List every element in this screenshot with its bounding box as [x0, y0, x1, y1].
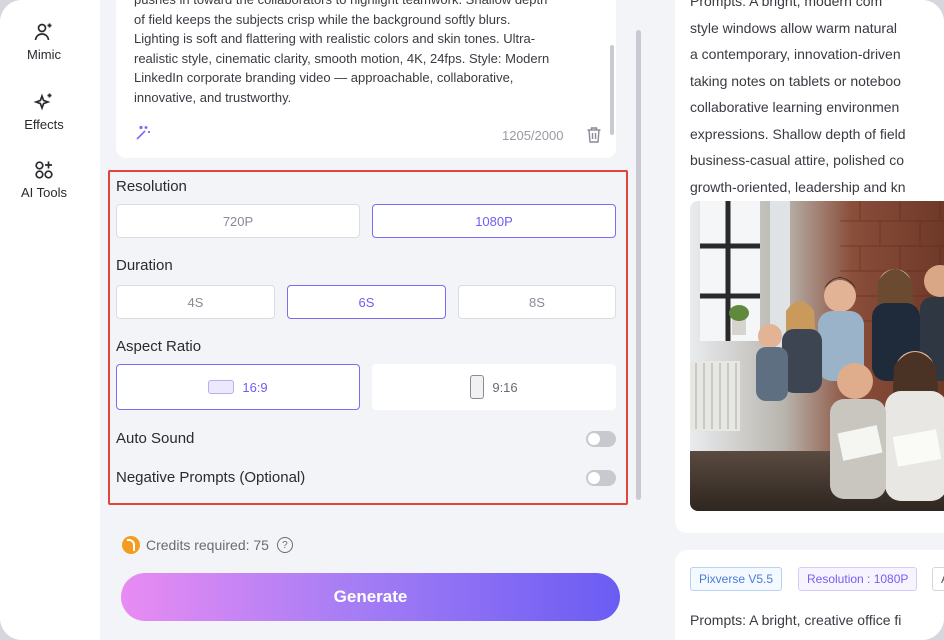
auto-sound-label: Auto Sound [116, 430, 195, 447]
preview-image[interactable] [690, 201, 944, 511]
grid-sparkle-icon [35, 161, 53, 179]
prompt-line: Lighting is soft and flattering with rea… [134, 31, 536, 46]
rail-item-label: AI Tools [20, 185, 67, 200]
preview-line: Prompts: A bright, modern com [690, 0, 883, 9]
resolution-tag: Resolution : 1080P [798, 567, 918, 591]
preview-prompt-text: Prompts: A bright, modern com style wind… [690, 0, 944, 200]
char-counter: 1205/2000 [502, 128, 564, 143]
coin-icon [122, 536, 140, 554]
preview-card: Prompts: A bright, modern com style wind… [675, 0, 944, 533]
prompt-textarea[interactable]: pushes in toward the collaborators to hi… [134, 0, 604, 107]
extra-tag: A [932, 567, 944, 591]
sparkles-icon [33, 93, 52, 111]
aspect-16-9-option[interactable]: 16:9 [116, 364, 360, 410]
prompt-line: of field keeps the subjects crisp while … [134, 11, 511, 27]
duration-title: Duration [116, 257, 173, 274]
preview-info-card: Pixverse V5.5 Resolution : 1080P A Promp… [675, 550, 944, 640]
prompt-card: pushes in toward the collaborators to hi… [116, 0, 616, 158]
preview-line: collaborative learning environmen [690, 99, 900, 115]
landscape-shape-icon [208, 380, 235, 394]
preview-line: taking notes on tablets or noteboo [690, 72, 901, 89]
generate-button[interactable]: Generate [121, 573, 620, 621]
settings-panel: Resolution 720P 1080P Duration 4S 6S 8S … [108, 170, 628, 505]
resolution-title: Resolution [116, 178, 187, 195]
preview-line: a contemporary, innovation-driven [690, 46, 901, 62]
prompt-line: pushes in toward the collaborators to hi… [134, 0, 604, 10]
prompt-line: innovative, and trustworthy. [134, 89, 292, 105]
duration-4s-option[interactable]: 4S [116, 285, 275, 319]
prompt-line: LinkedIn corporate branding video — appr… [134, 70, 514, 85]
preview-panel: Prompts: A bright, modern com style wind… [642, 0, 944, 640]
resolution-1080p-option[interactable]: 1080P [372, 204, 616, 238]
app-window: Mimic Effects AI Tools pushes in toward … [0, 0, 944, 640]
prompt-scrollbar[interactable] [610, 45, 614, 135]
negative-prompts-toggle[interactable] [586, 470, 616, 486]
generation-panel: pushes in toward the collaborators to hi… [100, 0, 642, 640]
preview-prompt-start: Prompts: A bright, creative office fi [690, 612, 902, 628]
aspect-9-16-option[interactable]: 9:16 [372, 364, 616, 410]
rail-item-label: Effects [24, 117, 64, 132]
help-icon[interactable]: ? [276, 537, 293, 553]
rail-item-mimic[interactable]: Mimic [0, 20, 88, 62]
rail-item-ai-tools[interactable]: AI Tools [0, 158, 88, 200]
left-rail: Mimic Effects AI Tools [0, 0, 100, 640]
aspect-ratio-title: Aspect Ratio [116, 338, 202, 355]
rail-item-label: Mimic [27, 47, 61, 62]
duration-6s-option[interactable]: 6S [287, 285, 446, 319]
rail-item-effects[interactable]: Effects [0, 90, 88, 132]
credits-row: Credits required: 75 ? [122, 536, 293, 554]
portrait-shape-icon [470, 375, 485, 399]
magic-wand-icon[interactable] [134, 124, 152, 142]
model-tag: Pixverse V5.5 [690, 567, 783, 591]
auto-sound-toggle[interactable] [586, 431, 616, 447]
credits-text: Credits required: 75 [146, 537, 269, 553]
duration-8s-option[interactable]: 8S [458, 285, 616, 319]
preview-line: expressions. Shallow depth of field [690, 125, 906, 142]
preview-line: growth-oriented, leadership and kn [690, 178, 906, 195]
aspect-label: 9:16 [492, 379, 518, 395]
preview-line: style windows allow warm natural [690, 19, 897, 36]
aspect-label: 16:9 [242, 379, 268, 395]
panel-scrollbar[interactable] [636, 30, 641, 500]
trash-icon[interactable] [586, 126, 602, 144]
preview-line: business-casual attire, polished co [690, 152, 905, 168]
person-sparkle-icon [34, 23, 52, 41]
resolution-720p-option[interactable]: 720P [116, 204, 360, 238]
negative-prompts-label: Negative Prompts (Optional) [116, 469, 306, 486]
prompt-line: realistic style, cinematic clarity, smoo… [134, 50, 550, 66]
